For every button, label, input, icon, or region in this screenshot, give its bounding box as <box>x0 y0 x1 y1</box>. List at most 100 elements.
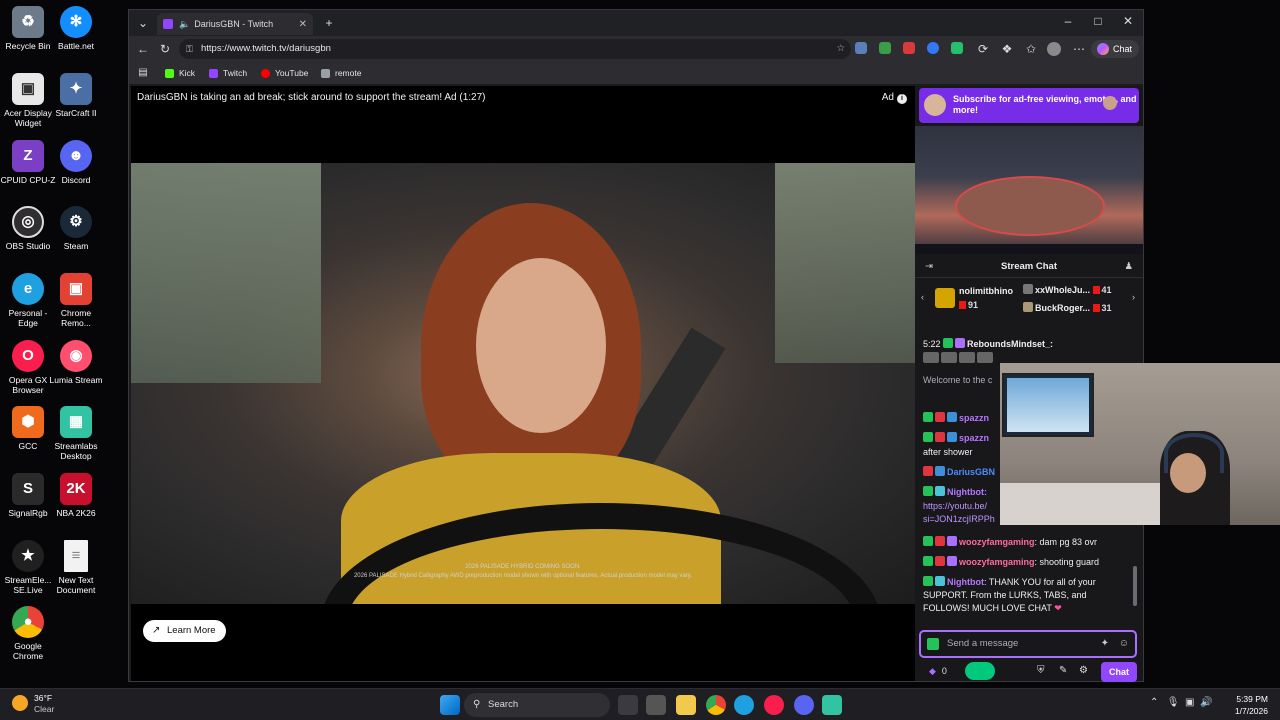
community-icon[interactable]: ♟ <box>1124 256 1133 278</box>
extension-icon[interactable] <box>951 42 963 54</box>
start-button[interactable] <box>440 695 460 715</box>
edge-icon[interactable] <box>734 695 754 715</box>
video-player[interactable]: DariusGBN is taking an ad break; stick a… <box>131 86 915 681</box>
scrollbar-thumb[interactable] <box>1133 566 1137 606</box>
refresh-icon[interactable]: ↻ <box>157 41 173 57</box>
send-chat-button[interactable]: Chat <box>1101 662 1137 682</box>
verified-badge-icon <box>927 638 939 650</box>
chat-username[interactable]: Nightbot <box>947 577 984 587</box>
volume-icon[interactable]: 🔊 <box>1200 697 1212 708</box>
desktop-icon-steam[interactable]: ⚙ Steam <box>48 206 104 251</box>
bot-badge-icon <box>935 486 945 496</box>
chat-username[interactable]: DariusGBN <box>947 467 995 477</box>
back-arrow-icon[interactable]: ← <box>135 41 151 57</box>
profile-avatar[interactable] <box>1047 42 1061 56</box>
info-icon: i <box>897 94 907 104</box>
copilot-chat-button[interactable]: Chat <box>1091 40 1139 58</box>
gift-leaderboard: ‹ nolimitbhino 91 xxWholeJu... 41 BuckRo… <box>915 282 1143 320</box>
gift-box-icon <box>935 288 955 308</box>
leaderboard-entry[interactable]: xxWholeJu... 41 <box>1023 284 1112 295</box>
extension-icon[interactable] <box>927 42 939 54</box>
more-menu-icon[interactable]: ⋯ <box>1071 41 1087 57</box>
cpuz-icon: Z <box>12 140 44 172</box>
favorite-twitch[interactable]: Twitch <box>209 68 247 78</box>
chat-username[interactable]: Nightbot: <box>947 487 987 497</box>
leaderboard-entry[interactable]: nolimitbhino <box>959 286 1013 296</box>
extension-icon[interactable] <box>855 42 867 54</box>
chrome-icon[interactable] <box>706 695 726 715</box>
gear-icon[interactable]: ⚙ <box>1079 665 1088 676</box>
favorites-folder-icon[interactable]: ▤ <box>135 65 151 81</box>
network-icon[interactable]: ▣ <box>1185 697 1194 708</box>
file-explorer-icon[interactable] <box>676 695 696 715</box>
channel-points-icon: ◆ <box>929 666 936 676</box>
extensions-puzzle-icon[interactable]: ❖ <box>999 41 1015 57</box>
address-bar-row: ← ↻ ⚿ https://www.twitch.tv/dariusgbn ☆ … <box>129 36 1143 62</box>
streamlabs-icon[interactable] <box>822 695 842 715</box>
new-tab-plus-icon[interactable]: + <box>321 15 337 31</box>
extension-icon[interactable] <box>879 42 891 54</box>
tab-list-chevron-icon[interactable]: ⌄ <box>135 15 151 31</box>
desktop-icon-streamlabs[interactable]: ▦ Streamlabs Desktop <box>48 406 104 461</box>
chat-username[interactable]: ReboundsMindset_: <box>967 339 1053 349</box>
operagx-icon[interactable] <box>764 695 784 715</box>
twitch-favicon-icon <box>163 19 173 29</box>
learn-more-button[interactable]: ↗ Learn More <box>143 620 226 642</box>
chevron-up-icon[interactable]: ⌃ <box>1150 697 1158 708</box>
taskbar-search[interactable]: ⚲ Search <box>464 693 610 717</box>
desktop-icon-chrome[interactable]: ● Google Chrome <box>0 606 56 661</box>
weather-widget[interactable]: 36°F Clear <box>12 693 54 715</box>
taskbar-app-icon[interactable] <box>646 695 666 715</box>
speaker-icon[interactable]: 🔈 <box>179 19 190 30</box>
desktop-icon-starcraft[interactable]: ✦ StarCraft II <box>48 73 104 118</box>
desktop-icon-battlenet[interactable]: ✻ Battle.net <box>48 6 104 51</box>
mini-player[interactable] <box>915 126 1143 254</box>
chevron-right-icon[interactable]: › <box>1132 292 1135 302</box>
favorite-kick[interactable]: Kick <box>165 68 195 78</box>
chat-input[interactable]: Send a message ✦ ☺ <box>919 630 1137 658</box>
chevron-left-icon[interactable]: ‹ <box>921 292 924 302</box>
desktop-icon-text-document[interactable]: ≡ New Text Document <box>48 540 104 595</box>
gcc-icon: ⬢ <box>12 406 44 438</box>
chat-username[interactable]: spazzn <box>959 433 989 443</box>
desktop-icon-nba2k[interactable]: 2K NBA 2K26 <box>48 473 104 518</box>
subscribe-banner[interactable]: Subscribe for ad-free viewing, emotes, a… <box>919 88 1139 123</box>
leaderboard-entry[interactable]: BuckRoger... 31 <box>1023 302 1112 313</box>
chat-username[interactable]: woozyfamgaming <box>959 537 1035 547</box>
pencil-icon[interactable]: ✎ <box>1059 665 1067 676</box>
favorite-remote[interactable]: remote <box>321 68 361 78</box>
emote-picker-icon[interactable]: ☺ <box>1119 632 1129 656</box>
desktop-icon-chrome-remote[interactable]: ▣ Chrome Remo... <box>48 273 104 328</box>
minimize-icon[interactable]: – <box>1059 14 1077 28</box>
favorite-youtube[interactable]: YouTube <box>261 68 308 78</box>
wall-tv <box>1002 373 1094 437</box>
browser-tab[interactable]: 🔈 DariusGBN - Twitch ✕ <box>157 13 313 35</box>
desktop-icon-lumia[interactable]: ◉ Lumia Stream <box>48 340 104 385</box>
discord-icon[interactable] <box>794 695 814 715</box>
claim-bonus-button[interactable] <box>965 662 995 680</box>
chat-username[interactable]: woozyfamgaming <box>959 557 1035 567</box>
collapse-chat-icon[interactable]: ⇥ <box>925 256 933 278</box>
clock[interactable]: 5:39 PM 1/7/2026 <box>1235 693 1268 717</box>
favorite-star-icon[interactable]: ☆ <box>836 39 845 59</box>
tab-close-icon[interactable]: ✕ <box>299 19 307 30</box>
window-close-icon[interactable]: ✕ <box>1119 14 1137 28</box>
favorites-icon[interactable]: ✩ <box>1023 41 1039 57</box>
chat-username[interactable]: spazzn <box>959 413 989 423</box>
shield-icon[interactable]: ⛨ <box>1037 665 1045 676</box>
maximize-icon[interactable]: □ <box>1089 14 1107 28</box>
youtube-icon <box>261 68 270 78</box>
bits-icon[interactable]: ✦ <box>1101 632 1109 656</box>
extension-icon[interactable] <box>903 42 915 54</box>
sync-icon[interactable]: ⟳ <box>975 41 991 57</box>
ad-label[interactable]: Ad i <box>882 92 907 104</box>
verified-badge-icon <box>943 338 954 348</box>
task-view-icon[interactable] <box>618 695 638 715</box>
microphone-icon[interactable]: 🎙 <box>1167 697 1180 708</box>
verified-badge-icon <box>923 576 933 586</box>
desktop-icon-discord[interactable]: ☻ Discord <box>48 140 104 185</box>
channel-points[interactable]: ◆ 0 <box>929 666 947 677</box>
system-tray[interactable]: ⌃ 🎙 ▣ 🔊 <box>1150 697 1212 708</box>
nba2k-icon: 2K <box>60 473 92 505</box>
url-field[interactable]: ⚿ https://www.twitch.tv/dariusgbn ☆ <box>179 39 851 59</box>
